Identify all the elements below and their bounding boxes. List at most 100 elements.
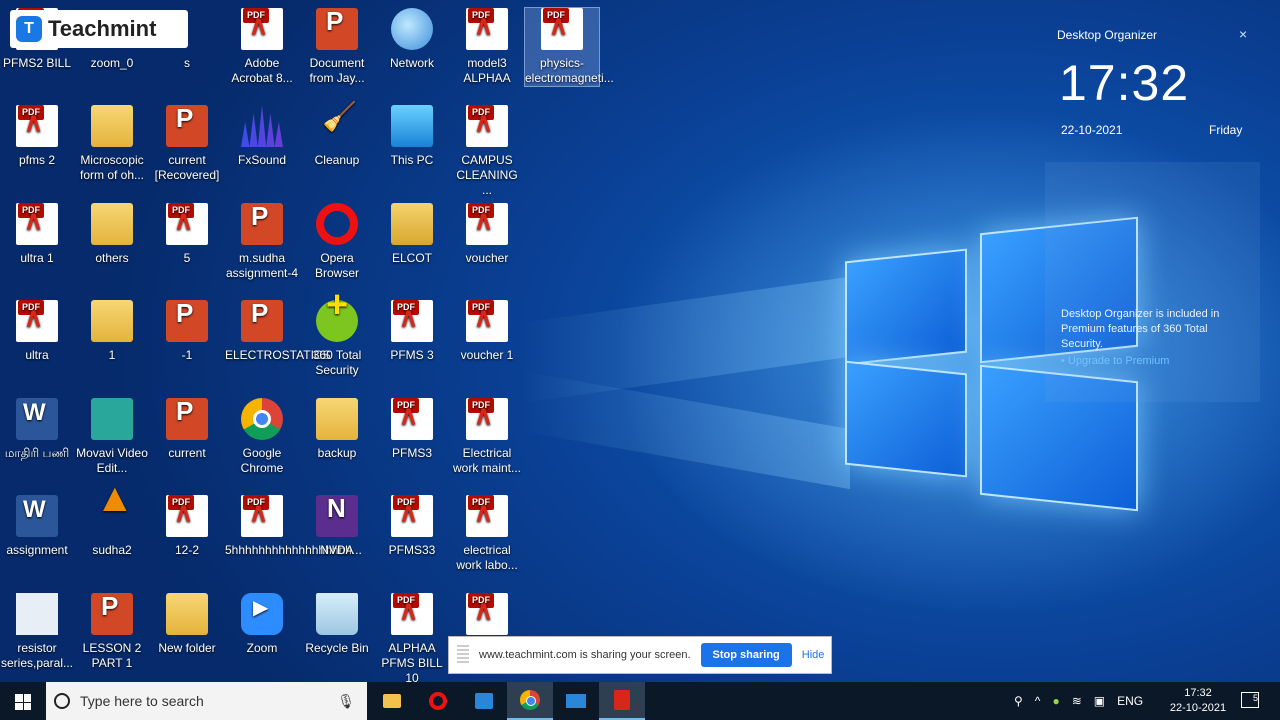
desktop-icon-label: others	[95, 251, 129, 265]
desktop-icon-label: PFMS 3	[390, 348, 434, 362]
desktop-icon[interactable]: ALPHAA PFMS BILL 10	[375, 593, 449, 686]
desktop-icon[interactable]: 5	[150, 203, 224, 266]
taskbar-chrome[interactable]	[507, 682, 553, 720]
people-icon[interactable]: ⚲	[1014, 694, 1023, 708]
desktop-icon[interactable]: sudha2	[75, 491, 149, 558]
desktop-icon[interactable]: மாதிரி பணி	[0, 398, 74, 461]
hide-button[interactable]: Hide	[802, 649, 825, 661]
desktop-icon[interactable]: -1	[150, 300, 224, 363]
desktop-icon-label: Network	[389, 56, 434, 70]
desktop-icon[interactable]: others	[75, 203, 149, 266]
desktop-icon[interactable]: ultra 1	[0, 203, 74, 266]
zoomi-icon	[241, 593, 283, 635]
desktop-icon[interactable]: ELECTROSTATICS	[225, 300, 331, 363]
desktop-icon[interactable]: Opera Browser	[300, 203, 374, 281]
desktop-icon[interactable]: m.sudha assignment-4	[225, 203, 299, 281]
desktop-icon-label: ALPHAA PFMS BILL 10	[381, 641, 443, 685]
security-tray-icon[interactable]: ●	[1052, 694, 1059, 708]
desktop-icon-label: voucher	[465, 251, 509, 265]
desktop-icon-label: ultra	[25, 348, 49, 362]
pdf-icon	[466, 593, 508, 635]
upgrade-premium-link[interactable]: • Upgrade to Premium	[1061, 355, 1169, 367]
desktop-icon[interactable]: current [Recovered]	[150, 105, 224, 183]
ppt-icon	[316, 8, 358, 50]
ppt-icon	[166, 300, 208, 342]
desktop-icon[interactable]: voucher	[450, 203, 524, 266]
desktop-icon[interactable]: backup	[300, 398, 374, 461]
desktop-icon[interactable]: 12-2	[150, 495, 224, 558]
desktop-icon[interactable]: current	[150, 398, 224, 461]
logo-pane	[845, 248, 967, 366]
desktop-icon-label: Electrical work maint...	[452, 446, 521, 475]
windows-start-icon	[15, 694, 31, 710]
desktop-icon[interactable]: FxSound	[225, 105, 299, 168]
desktop-icon[interactable]: ultra	[0, 300, 74, 363]
drag-handle[interactable]	[457, 645, 469, 665]
desktop-icon[interactable]: Recycle Bin	[300, 593, 374, 656]
desktop-icon[interactable]	[450, 593, 524, 641]
light-beam	[520, 370, 850, 490]
taskbar-acrobat[interactable]	[599, 682, 645, 720]
taskbar-store[interactable]	[461, 682, 507, 720]
organizer-close-button[interactable]: ×	[1239, 26, 1247, 42]
desktop-icon-label: Microscopic form of oh...	[79, 153, 145, 182]
taskbar-search-box[interactable]: Type here to search 🎙	[46, 682, 367, 720]
desktop-icon[interactable]: model3 ALPHAA	[450, 8, 524, 86]
desktop-icon-label: Zoom	[246, 641, 278, 655]
desktop-icon[interactable]: pfms 2	[0, 105, 74, 168]
desktop-icon[interactable]: Microscopic form of oh...	[75, 105, 149, 183]
start-button[interactable]	[0, 682, 46, 720]
microphone-icon[interactable]: 🎙	[337, 693, 355, 710]
desktop-icon[interactable]: Zoom	[225, 593, 299, 656]
desktop-icon[interactable]: Document from Jay...	[300, 8, 374, 86]
desktop-icon[interactable]: Network	[375, 8, 449, 71]
word-icon	[16, 495, 58, 537]
desktop-icon-label: மாதிரி பணி	[4, 446, 70, 460]
desktop-icon[interactable]: electrical work labo...	[450, 495, 524, 573]
pdf-icon	[391, 593, 433, 635]
desktop-icon[interactable]: This PC	[375, 105, 449, 168]
taskbar-file-explorer[interactable]	[369, 682, 415, 720]
language-indicator[interactable]: ENG	[1117, 694, 1143, 708]
screen-sharing-bar: www.teachmint.com is sharing your screen…	[448, 636, 832, 674]
wifi-icon[interactable]: ≋	[1072, 694, 1082, 708]
desktop-icon[interactable]: Movavi Video Edit...	[75, 398, 149, 476]
desktop-icon-label: model3 ALPHAA	[463, 56, 511, 85]
desktop-icon[interactable]: voucher 1	[450, 300, 524, 363]
pdf-icon	[241, 495, 283, 537]
word-icon	[16, 398, 58, 440]
desktop-icon[interactable]: resistor series,paral...	[0, 593, 74, 671]
desktop-icon[interactable]: PFMS33	[375, 495, 449, 558]
system-tray: ⚲ ^ ● ≋ ▣ ENG	[1008, 682, 1149, 720]
desktop-icon[interactable]: Adobe Acrobat 8...	[225, 8, 299, 86]
desktop-icon[interactable]: 1	[75, 300, 149, 363]
pdf-icon	[466, 203, 508, 245]
chevron-up-icon[interactable]: ^	[1035, 694, 1041, 708]
desktop-icon[interactable]: NVDA	[300, 495, 374, 558]
opera-icon	[429, 692, 447, 710]
desktop-icon[interactable]: CAMPUS CLEANING ...	[450, 105, 524, 198]
display-icon[interactable]: ▣	[1094, 694, 1105, 708]
desktop-icon[interactable]: Google Chrome	[225, 398, 299, 476]
desktop-icon[interactable]: Cleanup	[300, 105, 374, 168]
desktop-icon[interactable]: New folder	[150, 593, 224, 656]
desktop-icon[interactable]: 360 Total Security	[300, 298, 374, 378]
desktop-icon-label: zoom_0	[90, 56, 134, 70]
desktop-icon[interactable]: PFMS3	[375, 398, 449, 461]
desktop-icon-label: PFMS3	[391, 446, 432, 460]
desktop-icon[interactable]: 5hhhhhhhhhhhhhhhhhh...	[225, 495, 362, 558]
desktop-icon[interactable]: LESSON 2 PART 1	[75, 593, 149, 671]
pdf-icon	[241, 8, 283, 50]
taskbar-mail[interactable]	[553, 682, 599, 720]
search-placeholder: Type here to search	[80, 693, 204, 709]
desktop-icon[interactable]: Electrical work maint...	[450, 398, 524, 476]
taskbar-opera[interactable]	[415, 682, 461, 720]
desktop-icon[interactable]: physics-electromagneti...	[524, 7, 614, 87]
stop-sharing-button[interactable]: Stop sharing	[700, 643, 792, 667]
notification-center-icon[interactable]: 5	[1241, 692, 1259, 708]
desktop-icon[interactable]: assignment	[0, 495, 74, 558]
desktop-icon[interactable]: PFMS 3	[375, 300, 449, 363]
ppt-icon	[241, 203, 283, 245]
desktop-icon[interactable]: ELCOT	[375, 203, 449, 266]
taskbar-clock[interactable]: 17:32 22-10-2021	[1163, 686, 1233, 716]
